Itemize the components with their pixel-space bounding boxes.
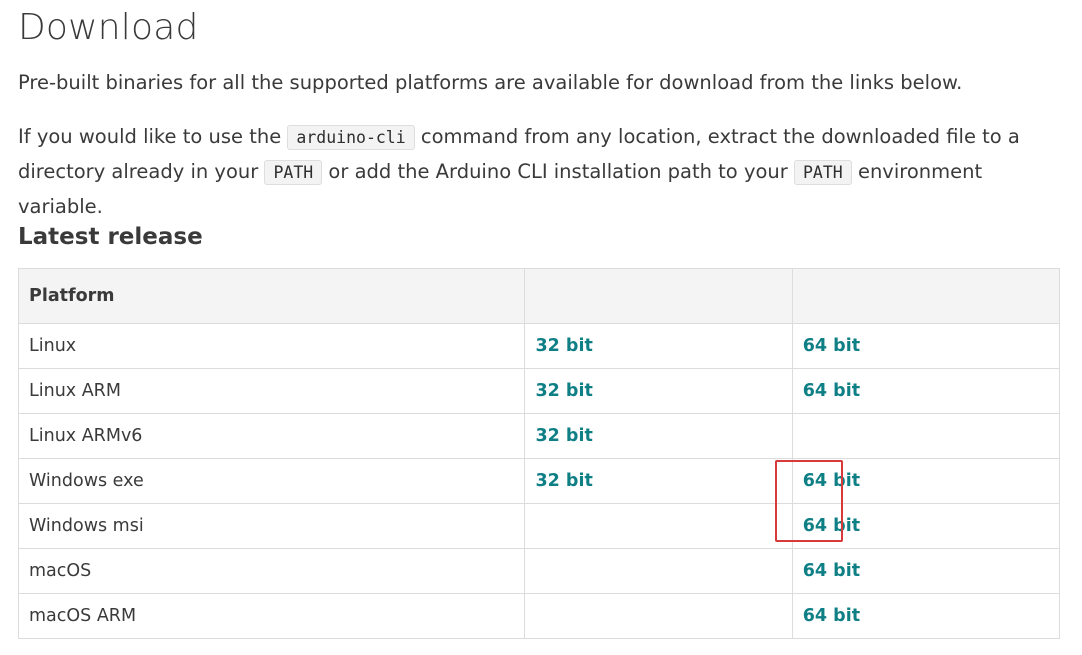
- download-link-linux-armv6-32[interactable]: 32 bit: [535, 426, 592, 446]
- link-cell-32: 32 bit: [524, 368, 793, 414]
- intro-paragraph: Pre-built binaries for all the supported…: [18, 71, 963, 94]
- table-row: Windows exe 32 bit 64 bit: [17, 458, 1061, 504]
- table-row: macOS ARM 64 bit: [17, 593, 1061, 639]
- link-cell-32: [524, 548, 793, 594]
- table-row: Linux 32 bit 64 bit: [17, 323, 1061, 369]
- download-link-linux-arm-64[interactable]: 64 bit: [803, 381, 860, 401]
- download-link-windows-exe-32[interactable]: 32 bit: [535, 471, 592, 491]
- path-code-2: PATH: [794, 160, 852, 185]
- link-cell-32: 32 bit: [524, 458, 793, 504]
- link-cell-64: 64 bit: [791, 323, 1061, 369]
- header-64bit: [791, 268, 1061, 324]
- download-link-macos-arm-64[interactable]: 64 bit: [803, 606, 860, 626]
- path-code-1: PATH: [264, 160, 323, 185]
- table-row: Linux ARMv6 32 bit: [17, 413, 1061, 459]
- platform-cell: macOS ARM: [17, 593, 526, 639]
- link-cell-64: 64 bit: [791, 593, 1061, 639]
- header-32bit: [524, 268, 793, 324]
- link-cell-64: 64 bit: [791, 503, 1061, 549]
- platform-cell: Linux ARM: [17, 368, 526, 414]
- platform-cell: Windows msi: [17, 503, 526, 549]
- page-title: Download: [18, 7, 199, 48]
- link-cell-64: 64 bit: [791, 368, 1061, 414]
- link-cell-32: [524, 503, 793, 549]
- table-row: Linux ARM 32 bit 64 bit: [17, 368, 1061, 414]
- arduino-cli-code: arduino-cli: [287, 125, 415, 150]
- platform-cell: Linux: [17, 323, 526, 369]
- instruction-text-3: or add the Arduino CLI installation path…: [322, 160, 794, 183]
- table-row: Windows msi 64 bit: [17, 503, 1061, 549]
- link-cell-64: [791, 413, 1061, 459]
- link-cell-32: 32 bit: [524, 323, 793, 369]
- link-cell-64: 64 bit: [791, 548, 1061, 594]
- download-link-linux-arm-32[interactable]: 32 bit: [535, 381, 592, 401]
- header-platform: Platform: [17, 268, 526, 324]
- download-link-macos-64[interactable]: 64 bit: [803, 561, 860, 581]
- table-header-row: Platform: [17, 268, 1061, 324]
- platform-cell: macOS: [17, 548, 526, 594]
- section-title-latest-release: Latest release: [18, 224, 203, 250]
- table-row: macOS 64 bit: [17, 548, 1061, 594]
- link-cell-32: 32 bit: [524, 413, 793, 459]
- download-link-linux-64[interactable]: 64 bit: [803, 336, 860, 356]
- release-table: Platform Linux 32 bit 64 bit Linux ARM 3…: [17, 268, 1061, 639]
- download-link-windows-exe-64[interactable]: 64 bit: [803, 471, 860, 491]
- instruction-text-1: If you would like to use the: [18, 125, 288, 148]
- platform-cell: Linux ARMv6: [17, 413, 526, 459]
- link-cell-64: 64 bit: [791, 458, 1061, 504]
- download-link-windows-msi-64[interactable]: 64 bit: [803, 516, 860, 536]
- download-link-linux-32[interactable]: 32 bit: [535, 336, 592, 356]
- link-cell-32: [524, 593, 793, 639]
- platform-cell: Windows exe: [17, 458, 526, 504]
- instruction-paragraph: If you would like to use the arduino-cli…: [18, 120, 1058, 224]
